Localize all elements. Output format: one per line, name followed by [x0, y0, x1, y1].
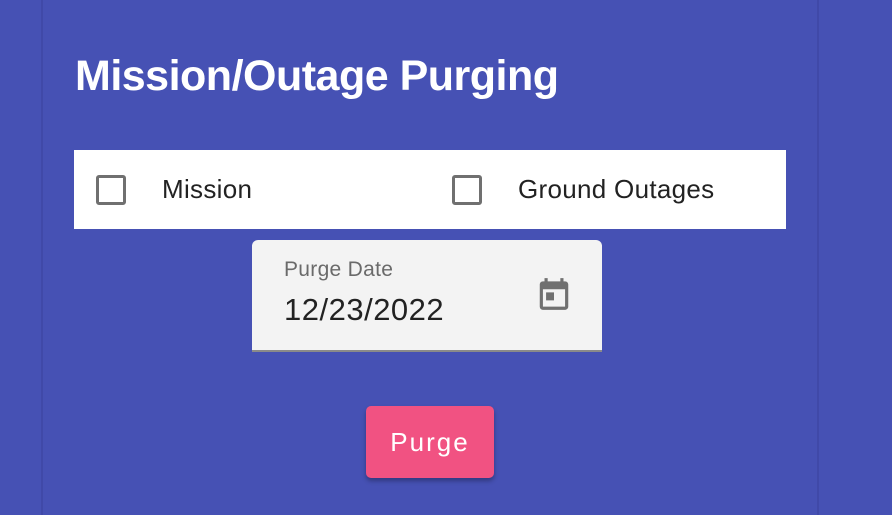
calendar-toggle-button[interactable]: [532, 272, 576, 316]
purge-date-field[interactable]: Purge Date: [252, 240, 602, 352]
ground-outages-checkbox-option[interactable]: Ground Outages: [452, 150, 714, 229]
calendar-icon: [539, 278, 569, 310]
purge-date-value-wrapper: [284, 292, 514, 328]
ground-outages-checkbox[interactable]: [452, 174, 482, 205]
mission-checkbox[interactable]: [96, 174, 126, 205]
page: Mission/Outage Purging Mission Ground Ou…: [0, 0, 892, 515]
purge-type-selector: Mission Ground Outages: [74, 150, 786, 229]
page-title: Mission/Outage Purging: [75, 52, 559, 100]
ground-outages-checkbox-label[interactable]: Ground Outages: [518, 174, 714, 205]
purge-date-input[interactable]: [284, 292, 514, 328]
mission-checkbox-option[interactable]: Mission: [96, 150, 252, 229]
purge-date-label: Purge Date: [284, 258, 394, 281]
mission-checkbox-label[interactable]: Mission: [162, 174, 252, 205]
purge-button[interactable]: Purge: [366, 406, 494, 478]
